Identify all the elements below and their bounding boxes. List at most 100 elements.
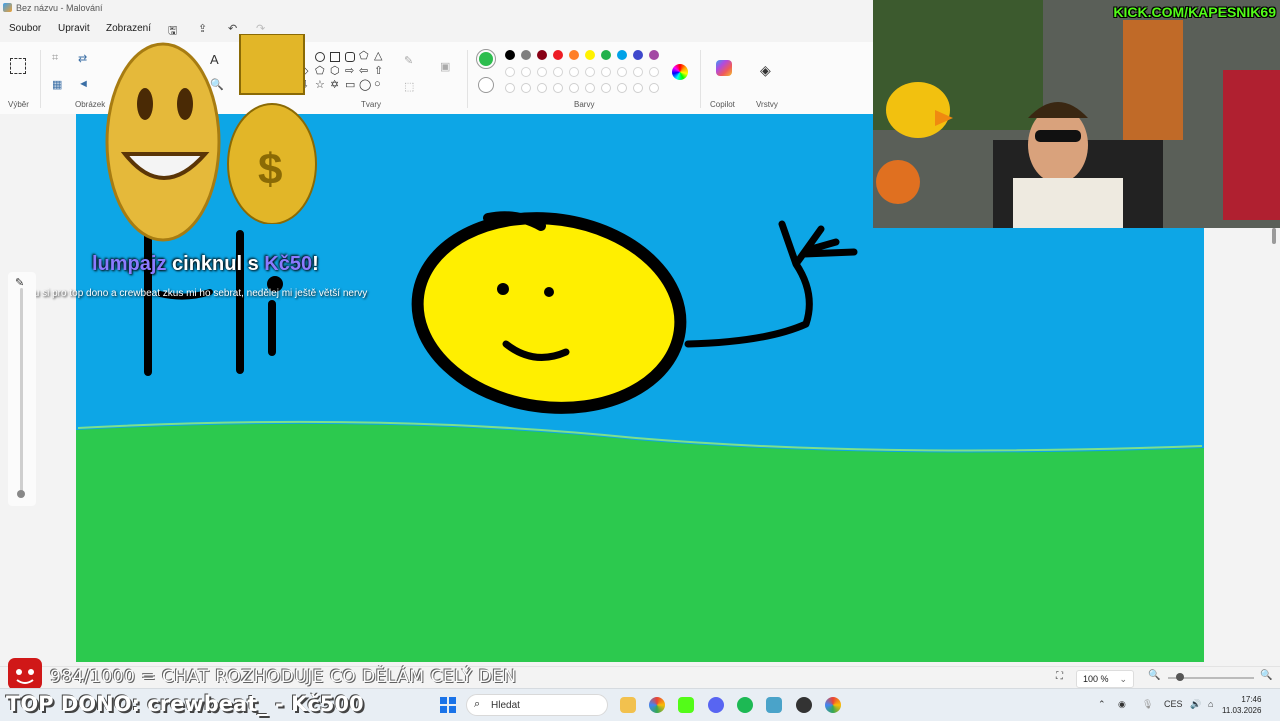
custom-color-slot[interactable]: [537, 83, 547, 93]
palette-swatch[interactable]: [505, 50, 515, 60]
secondary-color-button[interactable]: [478, 77, 494, 93]
palette-swatch[interactable]: [569, 50, 579, 60]
custom-color-slot[interactable]: [617, 83, 627, 93]
shape-style-icon[interactable]: ▣: [440, 60, 450, 73]
devil-emote-icon: [8, 658, 42, 690]
group-label-shapes: Tvary: [361, 100, 381, 109]
layers-icon[interactable]: ◈: [760, 62, 771, 79]
search-placeholder: Hledat: [491, 700, 520, 711]
triangle-shape-icon[interactable]: △: [374, 49, 382, 62]
fit-to-window-icon[interactable]: ⛶: [1056, 671, 1063, 682]
brush-size-knob[interactable]: [17, 490, 25, 498]
custom-color-slot[interactable]: [649, 83, 659, 93]
palette-swatch[interactable]: [521, 50, 531, 60]
custom-color-slot[interactable]: [601, 83, 611, 93]
custom-color-slot[interactable]: [633, 83, 643, 93]
zoom-in-icon[interactable]: 🔍: [1260, 670, 1272, 681]
rounded-rect-shape-icon[interactable]: [345, 52, 355, 62]
emoji-left-eye: [137, 88, 153, 120]
arrow-up-shape-icon[interactable]: ⇧: [374, 64, 383, 77]
volume-icon[interactable]: 🔊: [1190, 699, 1201, 710]
select-tool-icon[interactable]: [10, 58, 26, 74]
chrome-icon[interactable]: [649, 697, 665, 713]
save-icon[interactable]: 🖫: [168, 22, 177, 41]
tray-overflow-icon[interactable]: ⌃: [1098, 699, 1106, 710]
palette-swatch[interactable]: [505, 67, 515, 77]
palette-swatch[interactable]: [537, 67, 547, 77]
hexagon-shape-icon[interactable]: ⬡: [330, 64, 340, 77]
crop-icon[interactable]: ⌗: [52, 52, 58, 65]
palette-swatch[interactable]: [601, 50, 611, 60]
arrow-right-shape-icon[interactable]: ⇨: [345, 64, 354, 77]
taskbar-search[interactable]: ⌕ Hledat: [466, 694, 608, 716]
palette-swatch[interactable]: [649, 50, 659, 60]
menu-file[interactable]: Soubor: [9, 23, 41, 34]
alert-excl: !: [312, 253, 319, 275]
arrow-left-shape-icon[interactable]: ⇦: [359, 64, 368, 77]
obs-icon[interactable]: [796, 697, 812, 713]
duck-toy: [886, 82, 950, 138]
custom-color-slot[interactable]: [553, 83, 563, 93]
brush-size-slider[interactable]: [20, 288, 23, 494]
callout-shape-icon[interactable]: ▭: [345, 78, 355, 91]
copilot-icon[interactable]: [716, 60, 732, 76]
custom-color-slot[interactable]: [521, 83, 531, 93]
custom-color-slot[interactable]: [585, 83, 595, 93]
custom-color-slot[interactable]: [569, 83, 579, 93]
devil-face-svg: [16, 669, 34, 684]
brush-icon: ✎: [15, 277, 25, 289]
palette-swatch[interactable]: [633, 50, 643, 60]
star6-shape-icon[interactable]: ✡: [330, 78, 339, 91]
rotate-icon[interactable]: ◄: [78, 78, 89, 90]
chrome-profile-icon[interactable]: [825, 697, 841, 713]
palette-swatch[interactable]: [585, 50, 595, 60]
file-explorer-icon[interactable]: [620, 697, 636, 713]
menu-view[interactable]: Zobrazení: [106, 23, 151, 34]
menu-edit[interactable]: Upravit: [58, 23, 90, 34]
fill-icon[interactable]: ⬚: [404, 80, 414, 93]
start-button-icon[interactable]: [440, 697, 456, 713]
paint-taskbar-icon[interactable]: [766, 697, 782, 713]
group-label-layers: Vrstvy: [756, 100, 778, 109]
polygon-shape-icon[interactable]: ⬠: [359, 49, 369, 62]
discord-icon[interactable]: [708, 697, 724, 713]
menu-bar: Soubor Upravit Zobrazení 🖫 ⇪ ↶ ↷: [0, 18, 873, 40]
spotify-icon[interactable]: [737, 697, 753, 713]
primary-color-button[interactable]: [476, 49, 496, 69]
right-eye: [544, 287, 554, 297]
share-icon[interactable]: ⇪: [198, 22, 207, 35]
divider: [467, 50, 468, 108]
palette-swatch[interactable]: [633, 67, 643, 77]
image-adjust-icon[interactable]: ▦: [52, 78, 62, 91]
palette-swatch[interactable]: [617, 50, 627, 60]
palette-swatch[interactable]: [569, 67, 579, 77]
resize-icon[interactable]: ⇄: [78, 52, 87, 65]
primary-color-swatch: [479, 52, 493, 66]
search-icon: ⌕: [474, 698, 481, 710]
palette-swatch[interactable]: [601, 67, 611, 77]
zoom-out-icon[interactable]: 🔍: [1148, 670, 1160, 681]
jersey-display: [1123, 20, 1183, 140]
zoom-select[interactable]: 100 % ⌄: [1076, 670, 1134, 688]
language-indicator[interactable]: CES: [1164, 699, 1183, 709]
mic-icon[interactable]: 🎙: [1142, 699, 1153, 710]
cloud-callout-shape-icon[interactable]: ○: [374, 78, 381, 90]
outline-icon[interactable]: ✎: [404, 54, 413, 67]
palette-swatch[interactable]: [617, 67, 627, 77]
edit-colors-icon[interactable]: [672, 64, 688, 80]
rectangle-shape-icon[interactable]: [330, 52, 340, 62]
palette-swatch[interactable]: [537, 50, 547, 60]
network-icon[interactable]: ⌂: [1208, 699, 1213, 709]
custom-color-slot[interactable]: [505, 83, 515, 93]
palette-swatch[interactable]: [553, 67, 563, 77]
taskbar-clock[interactable]: 17:46 11.03.2026: [1222, 694, 1261, 716]
palette-swatch[interactable]: [521, 67, 531, 77]
palette-swatch[interactable]: [553, 50, 563, 60]
vertical-scrollbar[interactable]: [1272, 228, 1276, 244]
palette-swatch[interactable]: [585, 67, 595, 77]
palette-swatch[interactable]: [649, 67, 659, 77]
oval-callout-shape-icon[interactable]: ◯: [359, 78, 371, 91]
kick-app-icon[interactable]: [678, 697, 694, 713]
tray-app-icon[interactable]: ◉: [1118, 699, 1126, 710]
zoom-slider-knob[interactable]: [1176, 673, 1184, 681]
